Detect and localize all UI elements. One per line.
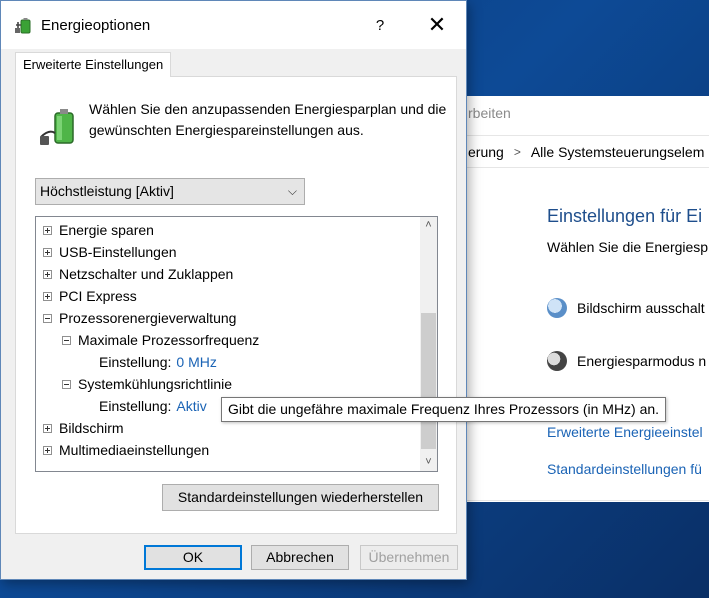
tree-item-label: Energie sparen — [59, 222, 154, 238]
divider — [440, 500, 709, 501]
close-button[interactable]: ✕ — [421, 13, 453, 39]
expand-icon[interactable] — [43, 269, 52, 279]
tree-item[interactable]: USB-Einstellungen — [43, 241, 177, 263]
tree-item-label: Systemkühlungsrichtlinie — [78, 376, 233, 392]
cancel-button[interactable]: Abbrechen — [251, 545, 349, 570]
scroll-up-icon[interactable]: ˄ — [420, 217, 437, 234]
tooltip: Gibt die ungefähre maximale Frequenz Ihr… — [221, 397, 667, 422]
option-display-off: Bildschirm ausschalt — [547, 298, 705, 318]
menu-edit[interactable]: rbeiten — [468, 105, 511, 121]
breadcrumb-item-current[interactable]: Alle Systemsteuerungselem — [531, 144, 705, 160]
settings-panel: Wählen Sie den anzupassenden Energiespar… — [15, 76, 457, 534]
intro-text: Wählen Sie den anzupassenden Energiespar… — [89, 101, 447, 138]
control-panel-menubar: rbeiten — [440, 96, 709, 136]
tree-item[interactable]: Systemkühlungsrichtlinie — [62, 373, 232, 395]
tree-item-label: Prozessorenergieverwaltung — [59, 310, 237, 326]
dialog-title: Energieoptionen — [41, 17, 151, 34]
tree-item[interactable]: PCI Express — [43, 285, 137, 307]
page-subtitle: Wählen Sie die Energiesp — [547, 239, 709, 255]
tab-advanced-settings[interactable]: Erweiterte Einstellungen — [15, 52, 172, 77]
setting-value-link[interactable]: Aktiv — [176, 395, 206, 417]
expand-icon[interactable] — [43, 225, 52, 235]
breadcrumb-item-parent[interactable]: erung — [468, 144, 504, 160]
tree-item[interactable]: Prozessorenergieverwaltung — [43, 307, 236, 329]
tree-item-label: Multimediaeinstellungen — [59, 442, 210, 458]
power-plan-selected-value: Höchstleistung [Aktiv] — [40, 183, 174, 199]
setting-value-link[interactable]: 0 MHz — [176, 351, 216, 373]
restore-defaults-button[interactable]: Standardeinstellungen wiederherstellen — [162, 484, 439, 511]
tree-item-label: Bildschirm — [59, 420, 124, 436]
expand-icon[interactable] — [43, 423, 52, 433]
title-bar[interactable]: Energieoptionen ? ✕ — [1, 1, 466, 49]
clock-icon — [547, 298, 567, 318]
collapse-icon[interactable] — [62, 379, 71, 389]
tree-item[interactable]: Maximale Prozessorfrequenz — [62, 329, 259, 351]
vertical-scrollbar[interactable]: ˄ ˅ — [420, 217, 437, 471]
advanced-power-settings-link[interactable]: Erweiterte Energieeinstel — [547, 424, 703, 440]
tree-item[interactable]: Netzschalter und Zuklappen — [43, 263, 233, 285]
expand-icon[interactable] — [43, 247, 52, 257]
moon-icon — [547, 351, 567, 371]
option-sleep: Energiesparmodus n — [547, 351, 706, 371]
control-panel-window: rbeiten erung > Alle Systemsteuerungsele… — [440, 96, 709, 502]
tree-setting-row[interactable]: Einstellung: Aktiv — [99, 395, 207, 417]
expand-icon[interactable] — [43, 445, 52, 455]
option-display-off-label: Bildschirm ausschalt — [577, 300, 705, 316]
option-sleep-label: Energiesparmodus n — [577, 353, 707, 369]
breadcrumb-separator: > — [513, 144, 521, 159]
default-settings-link[interactable]: Standardeinstellungen fü — [547, 461, 702, 477]
tree-item-label: Maximale Prozessorfrequenz — [78, 332, 260, 348]
power-options-dialog: Energieoptionen ? ✕ Erweiterte Einstellu… — [0, 0, 467, 580]
tree-item[interactable]: Energie sparen — [43, 219, 154, 241]
tree-item-label: USB-Einstellungen — [59, 244, 177, 260]
expand-icon[interactable] — [43, 291, 52, 301]
scroll-down-icon[interactable]: ˅ — [420, 454, 437, 471]
collapse-icon[interactable] — [62, 335, 71, 345]
chevron-down-icon: ⌵ — [287, 184, 297, 198]
setting-label: Einstellung: — [99, 398, 172, 414]
help-button[interactable]: ? — [366, 13, 394, 39]
tree-item-label: PCI Express — [59, 288, 137, 304]
tree-item[interactable]: Bildschirm — [43, 417, 124, 439]
setting-label: Einstellung: — [99, 354, 172, 370]
power-plan-select[interactable]: Höchstleistung [Aktiv] ⌵ — [35, 178, 305, 205]
ok-button[interactable]: OK — [144, 545, 242, 570]
tree-item[interactable]: Multimediaeinstellungen — [43, 439, 209, 461]
tree-setting-row[interactable]: Einstellung: 0 MHz — [99, 351, 217, 373]
settings-tree[interactable]: Energie sparen USB-Einstellungen Netzsch… — [35, 216, 438, 472]
scrollbar-thumb[interactable] — [421, 313, 436, 449]
tree-item-label: Netzschalter und Zuklappen — [59, 266, 234, 282]
page-title: Einstellungen für Ei — [547, 206, 703, 226]
apply-button[interactable]: Übernehmen — [360, 545, 458, 570]
collapse-icon[interactable] — [43, 313, 52, 323]
battery-plug-icon — [40, 109, 74, 145]
breadcrumb: erung > Alle Systemsteuerungselem — [440, 136, 709, 168]
power-options-icon — [15, 18, 31, 34]
